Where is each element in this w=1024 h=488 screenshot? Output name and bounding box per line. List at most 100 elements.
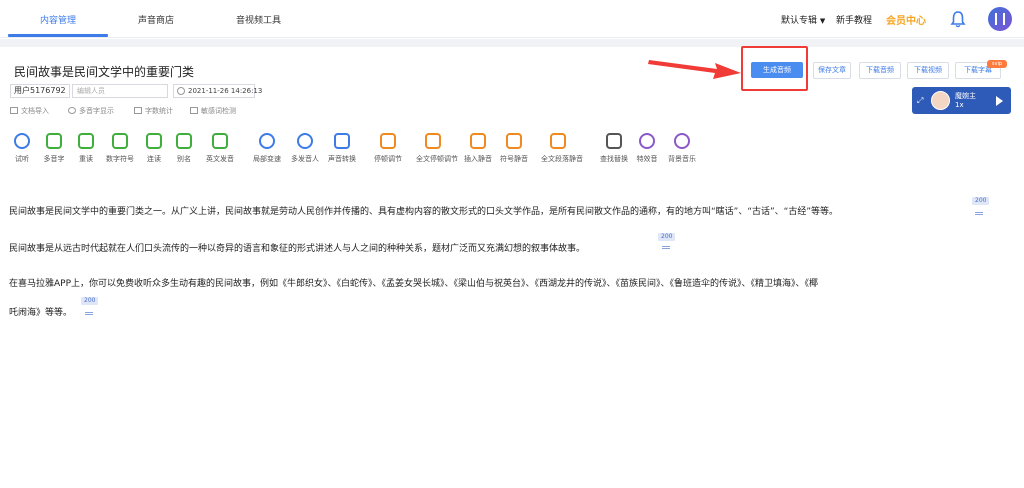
bell-icon[interactable] (950, 10, 966, 28)
polyphone-display-toggle[interactable]: 多音字显示 (68, 106, 114, 116)
pause-adjust-icon (380, 133, 396, 149)
datetime-value: 2021-11-26 14:26:13 (188, 87, 263, 95)
save-article-button[interactable]: 保存文章 (813, 62, 851, 79)
red-arrow-annotation (648, 60, 741, 79)
tool-pause-adjust[interactable]: 停顿调节 (371, 133, 405, 164)
tool-label: 多发音人 (291, 155, 319, 163)
tool-label: 数字符号 (106, 155, 134, 163)
tool-preview[interactable]: 试听 (5, 133, 39, 164)
speed-icon (259, 133, 275, 149)
paragraph-handle-icon[interactable] (662, 246, 670, 249)
tool-sound-effect[interactable]: 特效音 (630, 133, 664, 164)
word-count-button[interactable]: 字数统计 (134, 106, 173, 116)
tool-voice-convert[interactable]: 声音转换 (325, 133, 359, 164)
tool-label: 局部变速 (253, 155, 281, 163)
tool-label: 多音字 (43, 155, 65, 163)
voice-convert-icon (334, 133, 350, 149)
tutorial-link[interactable]: 新手教程 (836, 13, 872, 26)
tool-label: 全文停顿调节 (416, 155, 458, 163)
tool-full-pause[interactable]: 全文停顿调节 (416, 133, 458, 164)
tab-av-tools[interactable]: 音视频工具 (236, 13, 281, 26)
import-doc-button[interactable]: 文档导入 (10, 106, 49, 116)
album-select-label: 默认专辑 (781, 16, 818, 26)
sound-effect-icon (639, 133, 655, 149)
tool-label: 背景音乐 (668, 155, 696, 163)
bgm-icon (674, 133, 690, 149)
datetime-field[interactable]: 2021-11-26 14:26:13 (173, 84, 262, 98)
voice-avatar (931, 91, 950, 110)
tool-label: 重读 (79, 155, 93, 163)
tool-insert-silence[interactable]: 插入静音 (461, 133, 495, 164)
shield-check-icon (190, 107, 198, 114)
play-circle-icon (14, 133, 30, 149)
tool-polyphone[interactable]: 多音字 (37, 133, 71, 164)
tool-liaison[interactable]: 连读 (137, 133, 171, 164)
tool-find-replace[interactable]: 查找替换 (597, 133, 631, 164)
liaison-icon (146, 133, 162, 149)
tool-paragraph-silence[interactable]: 全文段落静音 (541, 133, 583, 164)
voice-speed: 1x (955, 101, 964, 109)
tab-voice-store[interactable]: 声音商店 (138, 13, 174, 26)
tab-content-management[interactable]: 内容管理 (40, 13, 76, 26)
paragraph-silence-icon (550, 133, 566, 149)
tool-stress[interactable]: 重读 (69, 133, 103, 164)
paragraph-1[interactable]: 民间故事是民间文学中的重要门类之一。从广义上讲，民间故事就是劳动人民创作并传播的… (9, 201, 838, 223)
doc-count-icon (134, 107, 142, 114)
number-symbol-icon (112, 133, 128, 149)
expand-icon[interactable]: ⤢ (917, 96, 923, 106)
tool-label: 符号静音 (500, 155, 528, 163)
word-count-label: 字数统计 (145, 107, 173, 115)
tool-label: 声音转换 (328, 155, 356, 163)
polyphone-display-label: 多音字显示 (79, 107, 114, 115)
import-icon (10, 107, 18, 114)
download-audio-button[interactable]: 下载音频 (859, 62, 901, 79)
tool-multi-speaker[interactable]: 多发音人 (288, 133, 322, 164)
char-count-badge: 200 (972, 197, 990, 205)
symbol-silence-icon (506, 133, 522, 149)
char-count-badge: 200 (658, 233, 676, 241)
insert-silence-icon (470, 133, 486, 149)
tool-local-speed[interactable]: 局部变速 (250, 133, 284, 164)
tool-label: 特效音 (636, 155, 658, 163)
active-tab-underline (8, 34, 108, 37)
paragraph-handle-icon[interactable] (85, 312, 93, 315)
tool-alias[interactable]: 别名 (167, 133, 201, 164)
char-count-badge: 200 (81, 297, 99, 305)
play-icon[interactable] (996, 96, 1003, 106)
document-title[interactable]: 民间故事是民间文学中的重要门类 (14, 63, 194, 80)
album-select[interactable]: 默认专辑 ▼ (781, 13, 825, 26)
header-divider-band (0, 39, 1024, 47)
multi-speaker-icon (297, 133, 313, 149)
tool-label: 别名 (177, 155, 191, 163)
generate-audio-button[interactable]: 生成音频 (751, 62, 803, 78)
paragraph-2[interactable]: 民间故事是从远古时代起就在人们口头流传的一种以奇异的语言和象征的形式讲述人与人之… (9, 238, 585, 260)
editor-field-placeholder: 编辑人员 (77, 87, 105, 95)
english-icon (212, 133, 228, 149)
tool-label: 连读 (147, 155, 161, 163)
sensitive-check-button[interactable]: 敏感词检测 (190, 106, 236, 116)
voice-selector-card[interactable]: ⤢ 魔婉主 1x (912, 87, 1011, 114)
paragraph-3-line-2[interactable]: 吒闹海》等等。 (9, 302, 72, 324)
polyphone-icon (46, 133, 62, 149)
tool-symbol-silence[interactable]: 符号静音 (497, 133, 531, 164)
tool-number-symbol[interactable]: 数字符号 (103, 133, 137, 164)
tool-label: 停顿调节 (374, 155, 402, 163)
vip-center-link[interactable]: 会员中心 (886, 12, 926, 27)
eye-icon (68, 107, 76, 114)
tool-label: 查找替换 (600, 155, 628, 163)
user-avatar[interactable] (988, 7, 1012, 31)
tool-label: 试听 (15, 155, 29, 163)
stress-icon (78, 133, 94, 149)
tool-english[interactable]: 英文发音 (203, 133, 237, 164)
paragraph-3[interactable]: 在喜马拉雅APP上，你可以免费收听众多生动有趣的民间故事，例如《牛郎织女》、《白… (9, 273, 818, 295)
sensitive-check-label: 敏感词检测 (201, 107, 236, 115)
chevron-down-icon: ▼ (819, 17, 826, 25)
top-nav: 内容管理 声音商店 音视频工具 默认专辑 ▼ 新手教程 会员中心 (0, 0, 1024, 38)
editor-field[interactable]: 编辑人员 (72, 84, 168, 98)
tool-bgm[interactable]: 背景音乐 (665, 133, 699, 164)
find-replace-icon (606, 133, 622, 149)
paragraph-handle-icon[interactable] (975, 212, 983, 215)
download-video-button[interactable]: 下载视频 (907, 62, 949, 79)
voice-name: 魔婉主 (955, 92, 976, 100)
import-doc-label: 文档导入 (21, 107, 49, 115)
